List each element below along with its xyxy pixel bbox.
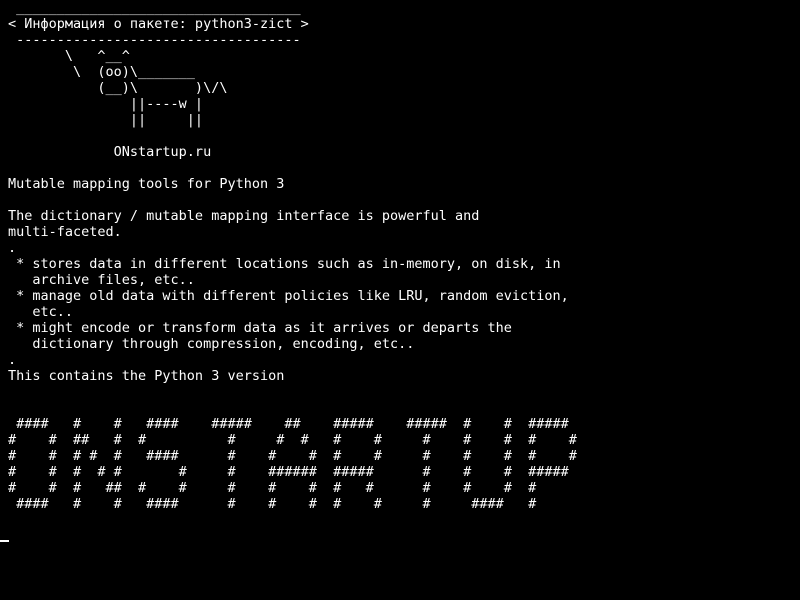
banner-ascii-line: #### # # #### # # # # # # #### # (8, 496, 537, 512)
cowsay-bottom-border: ----------------------------------- (8, 32, 301, 48)
package-summary: Mutable mapping tools for Python 3 (8, 176, 285, 192)
cowsay-message: < Информация о пакете: python3-zict > (8, 16, 309, 32)
cowsay-top-border: ___________________________________ (8, 0, 301, 16)
description-line: * might encode or transform data as it a… (8, 320, 512, 336)
banner-ascii-line: # # # ## # # # # # # # # # # # (8, 480, 537, 496)
banner-ascii-line: # # # # # #### # # # # # # # # # # (8, 448, 577, 464)
site-credit: ONstartup.ru (8, 144, 212, 160)
description-line: . (8, 240, 17, 256)
cow-ascii-line: (__)\ )\/\ (8, 80, 228, 96)
cow-ascii-line: \ (oo)\_______ (8, 64, 195, 80)
description-line: dictionary through compression, encoding… (8, 336, 415, 352)
cow-ascii-line: \ ^__^ (8, 48, 130, 64)
text-cursor (0, 540, 9, 542)
description-line: * stores data in different locations suc… (8, 256, 561, 272)
description-line: multi-faceted. (8, 224, 122, 240)
banner-ascii-line: # # # # # # # ###### ##### # # # ##### (8, 464, 569, 480)
description-line: * manage old data with different policie… (8, 288, 569, 304)
description-line: archive files, etc.. (8, 272, 195, 288)
banner-ascii-line: #### # # #### ##### ## ##### ##### # # #… (8, 416, 569, 432)
terminal-screen[interactable]: ___________________________________ < Ин… (0, 0, 800, 600)
description-line: . (8, 352, 17, 368)
description-line: This contains the Python 3 version (8, 368, 285, 384)
cow-ascii-line: ||----w | (8, 96, 204, 112)
cow-ascii-line: || || (8, 112, 204, 128)
description-line: etc.. (8, 304, 74, 320)
description-line: The dictionary / mutable mapping interfa… (8, 208, 480, 224)
banner-ascii-line: # # ## # # # # # # # # # # # # (8, 432, 577, 448)
